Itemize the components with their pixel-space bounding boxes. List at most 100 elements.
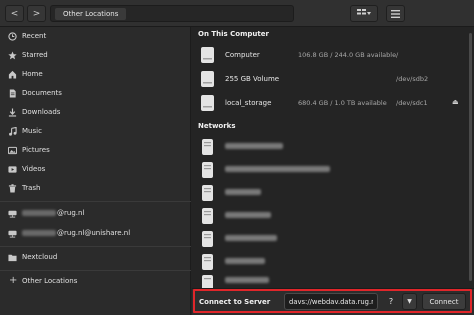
redacted-username xyxy=(22,230,56,236)
network-row[interactable] xyxy=(192,135,462,157)
sidebar-item-label: Trash xyxy=(22,184,41,192)
sidebar-item-label: Music xyxy=(22,127,42,135)
sidebar-item-label: Documents xyxy=(22,89,62,97)
sidebar-item-nextcloud[interactable]: Nextcloud xyxy=(0,248,191,267)
drive-row-local-storage[interactable]: local_storage 680.4 GB / 1.0 TB availabl… xyxy=(192,91,462,115)
star-icon xyxy=(8,51,17,60)
header-bar: < > Other Locations xyxy=(0,0,474,27)
redacted-network-name xyxy=(225,143,283,149)
section-title-on-this-computer: On This Computer xyxy=(198,30,269,38)
redacted-network-name xyxy=(225,189,261,195)
sidebar-item-pictures[interactable]: Pictures xyxy=(0,141,191,160)
network-row[interactable] xyxy=(192,250,462,272)
sidebar: Recent Starred Home Documents Downloads … xyxy=(0,27,191,315)
network-row[interactable] xyxy=(192,158,462,180)
sidebar-item-label: @rug.nl@unishare.nl xyxy=(22,229,130,237)
sidebar-item-home[interactable]: Home xyxy=(0,65,191,84)
drive-device: /dev/sdc1 xyxy=(396,99,428,107)
network-server-icon xyxy=(202,254,213,270)
server-help-button[interactable]: ? xyxy=(384,294,398,309)
recent-servers-dropdown[interactable]: ▼ xyxy=(402,293,417,310)
sidebar-separator xyxy=(0,201,191,202)
network-server-icon xyxy=(202,231,213,247)
sidebar-item-recent[interactable]: Recent xyxy=(0,27,191,46)
cloud-folder-icon xyxy=(8,254,17,262)
sidebar-item-label: Starred xyxy=(22,51,48,59)
drive-capacity: 680.4 GB / 1.0 TB available xyxy=(298,99,387,107)
drive-name: 255 GB Volume xyxy=(225,75,280,83)
sidebar-item-starred[interactable]: Starred xyxy=(0,46,191,65)
main-menu-button[interactable] xyxy=(386,5,405,22)
connect-button-label: Connect xyxy=(429,297,459,306)
drive-name: Computer xyxy=(225,51,260,59)
sidebar-item-label: Home xyxy=(22,70,43,78)
back-icon: < xyxy=(10,8,19,19)
drive-name: local_storage xyxy=(225,99,272,107)
redacted-network-name xyxy=(225,235,277,241)
help-icon: ? xyxy=(388,297,394,306)
sidebar-item-downloads[interactable]: Downloads xyxy=(0,103,191,122)
sidebar-separator xyxy=(0,246,191,247)
sidebar-item-label: Videos xyxy=(22,165,46,173)
chevron-down-icon: ▼ xyxy=(407,298,412,305)
sidebar-item-label: @rug.nl xyxy=(22,209,84,217)
network-row[interactable] xyxy=(192,227,462,249)
clock-icon xyxy=(8,32,17,41)
network-server-icon xyxy=(202,185,213,201)
sidebar-item-label: Nextcloud xyxy=(22,253,58,261)
redacted-network-name xyxy=(225,258,265,264)
home-icon xyxy=(8,70,17,79)
sidebar-item-label: Pictures xyxy=(22,146,50,154)
network-drive-icon xyxy=(8,230,17,238)
drive-device: / xyxy=(396,51,399,59)
redacted-network-name xyxy=(225,166,330,172)
trash-icon xyxy=(8,184,17,193)
document-icon xyxy=(9,89,16,98)
drive-device: /dev/sdb2 xyxy=(396,75,429,83)
drive-row-255gb-volume[interactable]: 255 GB Volume /dev/sdb2 xyxy=(192,67,462,91)
redacted-network-name xyxy=(225,212,271,218)
network-server-icon xyxy=(202,208,213,224)
network-drive-icon xyxy=(8,210,17,218)
server-address-input[interactable] xyxy=(284,293,378,310)
download-icon xyxy=(8,108,17,117)
breadcrumb-other-locations[interactable]: Other Locations xyxy=(55,8,127,20)
sidebar-item-account-rug[interactable]: @rug.nl xyxy=(0,204,191,223)
view-options-icon xyxy=(357,9,371,15)
drive-capacity: 106.8 GB / 244.0 GB available xyxy=(298,51,397,59)
drive-row-computer[interactable]: Computer 106.8 GB / 244.0 GB available / xyxy=(192,43,462,67)
network-server-icon xyxy=(202,139,213,155)
eject-icon[interactable]: ⏏ xyxy=(452,98,459,106)
sidebar-item-documents[interactable]: Documents xyxy=(0,84,191,103)
hamburger-menu-icon xyxy=(391,9,400,18)
section-title-networks: Networks xyxy=(198,122,236,130)
view-options-button[interactable] xyxy=(350,5,378,22)
hard-drive-icon xyxy=(201,71,214,87)
network-row[interactable] xyxy=(192,181,462,203)
sidebar-item-music[interactable]: Music xyxy=(0,122,191,141)
forward-button[interactable]: > xyxy=(27,5,46,22)
redacted-network-name xyxy=(225,277,269,283)
connect-to-server-bar: Connect to Server ? ▼ Connect xyxy=(192,288,474,315)
connect-button[interactable]: Connect xyxy=(422,293,466,310)
sidebar-item-other-locations[interactable]: + Other Locations xyxy=(0,272,191,291)
path-bar[interactable]: Other Locations xyxy=(50,5,294,22)
network-server-icon xyxy=(202,162,213,178)
scrollbar[interactable] xyxy=(469,33,472,281)
music-icon xyxy=(9,127,17,136)
sidebar-item-videos[interactable]: Videos xyxy=(0,160,191,179)
back-button[interactable]: < xyxy=(5,5,24,22)
sidebar-item-label: Other Locations xyxy=(22,277,78,285)
breadcrumb-label: Other Locations xyxy=(63,10,119,18)
sidebar-item-label: Downloads xyxy=(22,108,61,116)
sidebar-item-trash[interactable]: Trash xyxy=(0,179,191,198)
sidebar-separator xyxy=(0,270,191,271)
forward-icon: > xyxy=(32,8,41,19)
plus-icon: + xyxy=(9,275,18,286)
picture-icon xyxy=(8,146,17,155)
hard-drive-icon xyxy=(201,47,214,63)
redacted-username xyxy=(22,210,56,216)
hard-drive-icon xyxy=(201,95,214,111)
sidebar-item-account-unishare[interactable]: @rug.nl@unishare.nl xyxy=(0,224,191,243)
network-row[interactable] xyxy=(192,204,462,226)
